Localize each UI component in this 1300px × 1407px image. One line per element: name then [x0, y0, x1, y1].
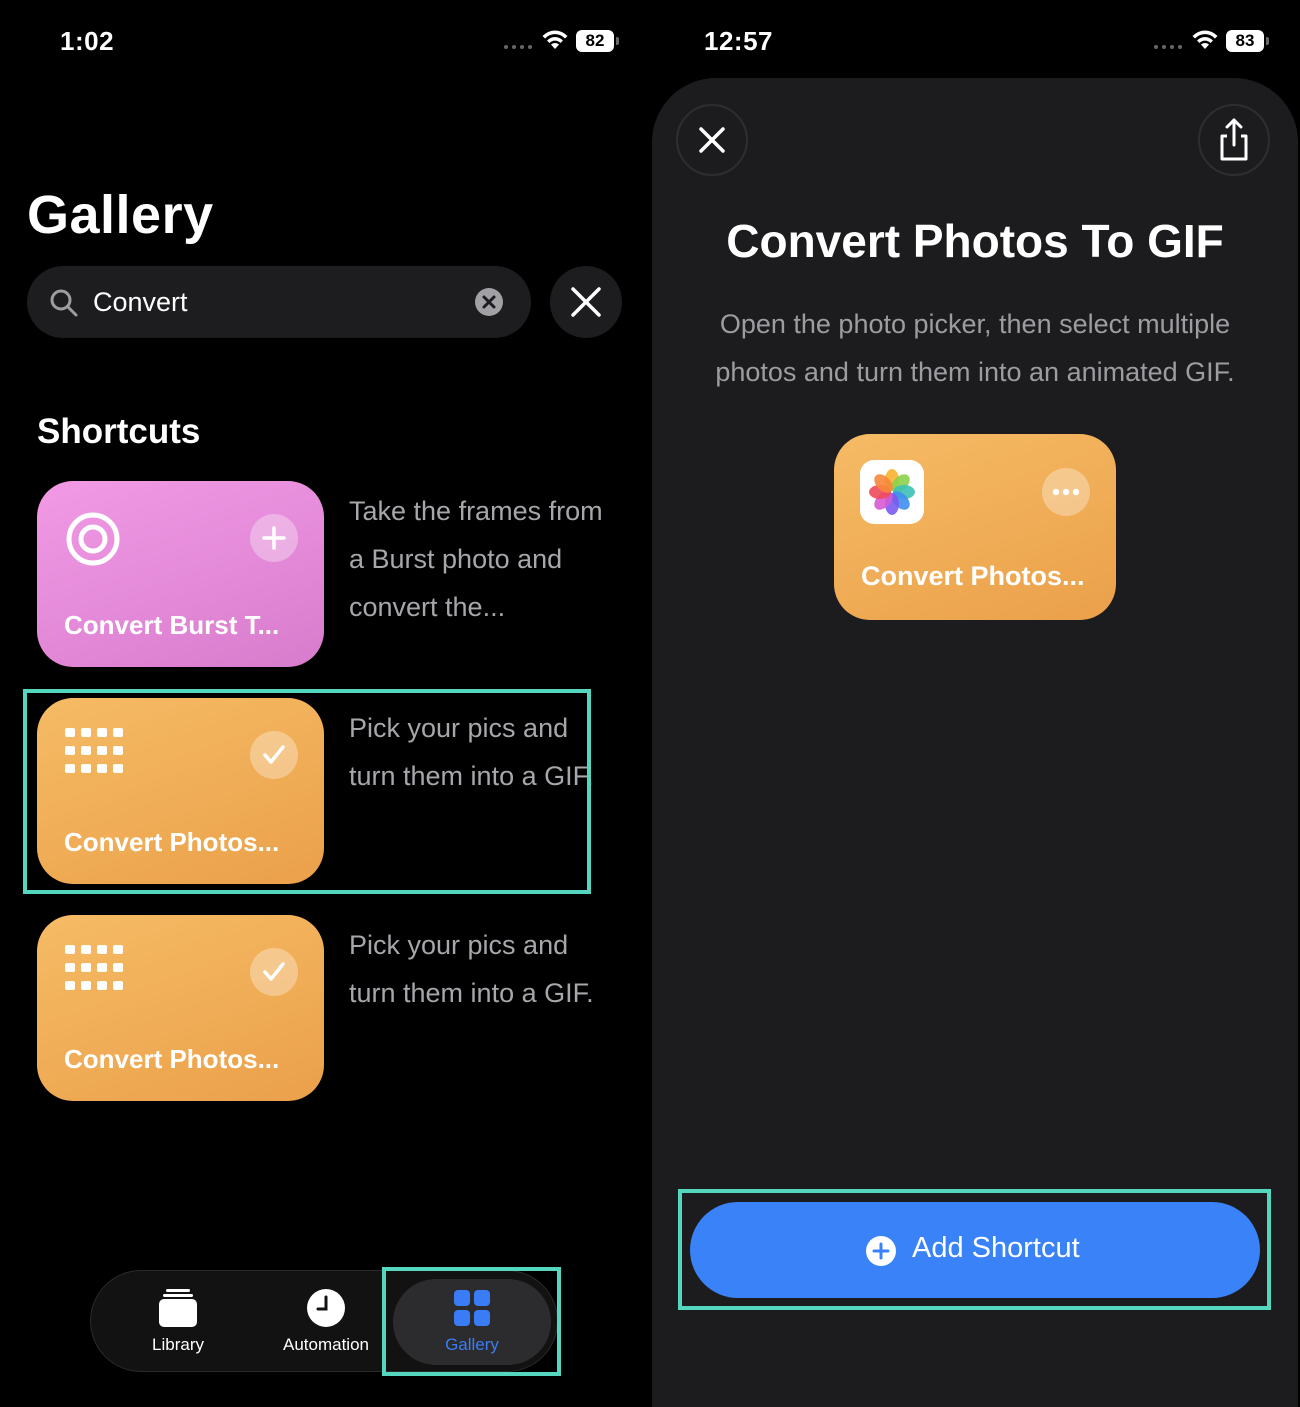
shortcut-description: Take the frames from a Burst photo and c…: [349, 496, 603, 622]
shortcut-card-label: Convert Photos...: [861, 561, 1085, 591]
library-icon: [159, 1289, 197, 1327]
close-icon: [571, 287, 601, 317]
cellular-signal-icon: [504, 45, 532, 49]
battery-level: 82: [576, 30, 614, 52]
search-input[interactable]: Convert: [93, 287, 188, 318]
share-icon: [1220, 118, 1248, 161]
status-time: 1:02: [60, 26, 115, 56]
tab-label: Library: [152, 1335, 204, 1354]
cellular-signal-icon: [1154, 45, 1182, 49]
plus-icon: [262, 526, 286, 550]
shortcut-card-convert-photos[interactable]: Convert Photos...: [37, 915, 324, 1101]
shortcut-card-burst[interactable]: Convert Burst T...: [37, 481, 324, 667]
battery-level: 83: [1226, 30, 1264, 52]
ellipsis-icon: [1052, 488, 1080, 496]
status-bar: 1:02 82: [0, 0, 650, 84]
share-button[interactable]: [1198, 104, 1270, 176]
burst-icon: [66, 512, 120, 566]
more-options-button[interactable]: [1042, 468, 1090, 516]
battery-icon: 82: [576, 30, 620, 52]
search-icon: [50, 289, 78, 317]
highlight-box: [678, 1189, 1271, 1310]
cancel-search-button[interactable]: [550, 266, 622, 338]
status-time: 12:57: [704, 26, 773, 56]
page-title: Gallery: [27, 185, 214, 245]
gallery-screen: 1:02 82 Gallery Convert Shortcuts Conver…: [0, 0, 650, 1407]
clear-search-icon[interactable]: [475, 288, 503, 316]
wifi-icon: [542, 30, 568, 49]
shortcut-detail-screen: 12:57 83 Convert Photos To GIF Open the …: [650, 0, 1300, 1407]
status-bar: 12:57 83: [650, 0, 1300, 84]
shortcut-card-label: Convert Burst T...: [64, 610, 280, 640]
tab-label: Automation: [283, 1335, 369, 1354]
highlight-box: [23, 689, 591, 894]
checkmark-icon: [263, 962, 285, 981]
shortcut-card-label: Convert Photos...: [64, 1044, 280, 1074]
search-field[interactable]: Convert: [27, 266, 531, 338]
shortcut-title: Convert Photos To GIF: [726, 215, 1224, 267]
close-icon: [699, 127, 725, 153]
added-badge: [250, 948, 298, 996]
clock-icon: [307, 1289, 345, 1327]
section-title: Shortcuts: [37, 412, 201, 451]
battery-icon: 83: [1226, 30, 1270, 52]
shortcut-description: Pick your pics and turn them into a GIF.: [349, 930, 594, 1008]
photos-app-icon: [860, 460, 924, 524]
tab-library[interactable]: Library: [105, 1271, 251, 1371]
tab-automation[interactable]: Automation: [253, 1271, 399, 1371]
wifi-icon: [1192, 30, 1218, 49]
photo-grid-icon: [65, 945, 123, 990]
add-shortcut-badge[interactable]: [250, 514, 298, 562]
shortcut-description: Open the photo picker, then select multi…: [715, 309, 1235, 387]
close-button[interactable]: [676, 104, 748, 176]
highlight-box: [382, 1267, 561, 1376]
shortcut-preview-card: Convert Photos...: [834, 434, 1116, 620]
